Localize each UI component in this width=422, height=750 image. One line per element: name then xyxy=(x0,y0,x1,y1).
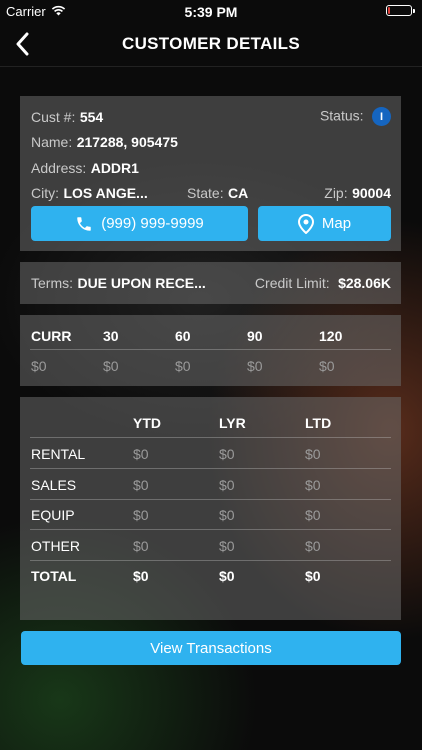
summary-divider xyxy=(30,468,391,469)
zip-label: Zip: xyxy=(324,185,348,201)
call-button[interactable]: (999) 999-9999 xyxy=(31,206,248,241)
zip-value: 90004 xyxy=(352,185,391,201)
status-bar: Carrier 5:39 PM xyxy=(0,0,422,22)
summary-cell: $0 xyxy=(305,446,321,462)
summary-header-lyr: LYR xyxy=(219,415,246,431)
summary-total-lyr: $0 xyxy=(219,568,235,584)
name-field: Name: 217288, 905475 xyxy=(31,134,178,152)
city-field: City: LOS ANGE... xyxy=(31,185,148,203)
summary-cell: $0 xyxy=(219,446,235,462)
summary-divider xyxy=(30,499,391,500)
aging-value-120: $0 xyxy=(319,358,335,374)
aging-header-120: 120 xyxy=(319,328,343,344)
cust-number-value: 554 xyxy=(79,109,104,125)
summary-cell: $0 xyxy=(219,477,235,493)
terms-label: Terms: xyxy=(31,275,73,291)
aging-header-90: 90 xyxy=(247,328,263,344)
summary-total-label: TOTAL xyxy=(31,568,77,584)
summary-row-label-sales: SALES xyxy=(31,477,77,493)
view-transactions-label: View Transactions xyxy=(150,639,272,657)
aging-value-60: $0 xyxy=(175,358,191,374)
aging-header-60: 60 xyxy=(175,328,191,344)
cust-number-label: Cust #: xyxy=(31,109,76,125)
address-label: Address: xyxy=(31,160,87,176)
status-label: Status: xyxy=(319,107,364,124)
call-button-label: (999) 999-9999 xyxy=(101,215,204,232)
summary-cell: $0 xyxy=(219,507,235,523)
credit-limit-value: $28.06K xyxy=(338,275,391,291)
credit-limit-label: Credit Limit: xyxy=(254,275,330,291)
summary-row-label-rental: RENTAL xyxy=(31,446,86,462)
summary-divider xyxy=(30,529,391,530)
aging-value-90: $0 xyxy=(247,358,263,374)
address-field: Address: ADDR1 xyxy=(31,160,139,178)
aging-divider xyxy=(30,349,391,350)
aging-value-curr: $0 xyxy=(31,358,47,374)
view-transactions-button[interactable]: View Transactions xyxy=(21,631,401,665)
credit-limit-field: Credit Limit: $28.06K xyxy=(255,275,391,293)
summary-cell: $0 xyxy=(305,477,321,493)
summary-header-ytd: YTD xyxy=(133,415,161,431)
summary-cell: $0 xyxy=(305,507,321,523)
page-title: CUSTOMER DETAILS xyxy=(122,34,300,53)
summary-cell: $0 xyxy=(133,538,149,554)
summary-row-label-equip: EQUIP xyxy=(31,507,75,523)
aging-header-30: 30 xyxy=(103,328,119,344)
summary-card: YTD LYR LTD RENTAL $0 $0 $0 SALES $0 $0 … xyxy=(20,397,401,620)
name-value: 217288, 905475 xyxy=(76,134,178,150)
name-label: Name: xyxy=(31,134,73,150)
status-field: Status: I xyxy=(320,107,391,126)
battery-icon xyxy=(386,5,415,16)
clock: 5:39 PM xyxy=(184,4,238,20)
aging-value-30: $0 xyxy=(103,358,119,374)
summary-cell: $0 xyxy=(133,477,149,493)
summary-row-label-other: OTHER xyxy=(31,538,80,554)
summary-cell: $0 xyxy=(133,507,149,523)
state-field: State: CA xyxy=(187,185,248,203)
customer-info-card: Cust #: 554 Status: I Name: 217288, 9054… xyxy=(20,96,401,251)
map-button-label: Map xyxy=(321,215,352,232)
summary-total-ltd: $0 xyxy=(305,568,321,584)
state-value: CA xyxy=(228,185,249,201)
map-pin-icon xyxy=(297,213,314,234)
summary-divider xyxy=(30,437,391,438)
terms-value: DUE UPON RECE... xyxy=(77,275,206,291)
city-value: LOS ANGE... xyxy=(63,185,148,201)
status-badge: I xyxy=(372,107,391,126)
city-label: City: xyxy=(31,185,59,201)
summary-cell: $0 xyxy=(133,446,149,462)
aging-header-curr: CURR xyxy=(31,328,72,344)
summary-header-ltd: LTD xyxy=(305,415,332,431)
cust-number: Cust #: 554 xyxy=(31,109,103,127)
phone-icon xyxy=(77,216,91,231)
summary-total-ytd: $0 xyxy=(133,568,149,584)
terms-card: Terms: DUE UPON RECE... Credit Limit: $2… xyxy=(20,262,401,304)
summary-cell: $0 xyxy=(305,538,321,554)
navigation-bar: CUSTOMER DETAILS xyxy=(0,22,422,67)
aging-card: CURR 30 60 90 120 $0 $0 $0 $0 $0 xyxy=(20,315,401,386)
summary-divider xyxy=(30,560,391,561)
terms-field: Terms: DUE UPON RECE... xyxy=(31,275,206,293)
zip-field: Zip: 90004 xyxy=(324,185,391,203)
address-value: ADDR1 xyxy=(90,160,139,176)
map-button[interactable]: Map xyxy=(258,206,391,241)
state-label: State: xyxy=(187,185,224,201)
summary-cell: $0 xyxy=(219,538,235,554)
